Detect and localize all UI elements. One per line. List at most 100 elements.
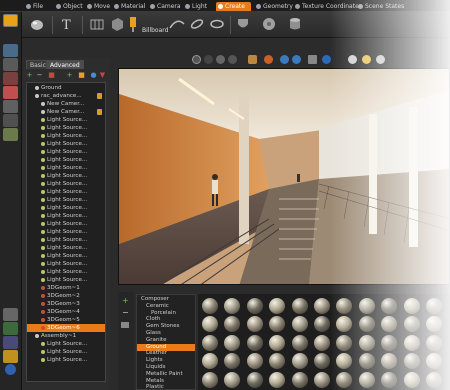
material-thumbnail[interactable]: [358, 371, 375, 388]
tools-icon[interactable]: [3, 350, 18, 363]
material-thumbnail[interactable]: [358, 353, 375, 370]
help-icon[interactable]: [5, 364, 16, 375]
ring-icon[interactable]: [208, 15, 226, 33]
material-thumbnail[interactable]: [381, 298, 398, 314]
lock-icon[interactable]: [97, 93, 102, 99]
material-thumbnail[interactable]: [291, 353, 308, 370]
tree-row[interactable]: 3DGeom~4: [27, 308, 105, 316]
material-thumbnail[interactable]: [336, 334, 353, 351]
tree-row[interactable]: Light Source...: [27, 156, 105, 164]
tree-row[interactable]: New Camer...: [27, 100, 105, 108]
material-thumbnail[interactable]: [224, 316, 241, 333]
menu-tab-geometry[interactable]: Geometry: [254, 2, 293, 11]
tree-row[interactable]: Light Source...: [27, 236, 105, 244]
material-thumbnail[interactable]: [381, 334, 398, 351]
material-thumbnail[interactable]: [426, 316, 442, 333]
tree-row[interactable]: 3DGeom~6: [27, 324, 105, 332]
material-thumbnail[interactable]: [358, 298, 375, 314]
tree-row[interactable]: rac_advance...: [27, 92, 105, 100]
menu-tab-texture-coordinates[interactable]: Texture Coordinates: [293, 2, 362, 11]
tree-row[interactable]: 3DGeom~3: [27, 300, 105, 308]
tree-row[interactable]: Light Source...: [27, 220, 105, 228]
material-thumbnail[interactable]: [202, 334, 218, 351]
material-thumbnail[interactable]: [202, 353, 218, 370]
material-thumbnail[interactable]: [202, 298, 218, 314]
tree-row[interactable]: Light Source...: [27, 260, 105, 268]
tree-row[interactable]: 3DGeom~1: [27, 284, 105, 292]
clip-plane-icon[interactable]: [3, 114, 18, 127]
camera-icon[interactable]: [248, 55, 257, 64]
tree-row[interactable]: Light Source...: [27, 356, 105, 364]
duplicate-icon[interactable]: +: [66, 72, 73, 79]
filter-icon[interactable]: ▼: [99, 72, 106, 79]
tree-row[interactable]: Light Source...: [27, 124, 105, 132]
tree-row[interactable]: Ground: [27, 84, 105, 92]
tree-row[interactable]: 3DGeom~2: [27, 292, 105, 300]
material-thumbnail[interactable]: [314, 316, 330, 333]
tree-row[interactable]: Light Source...: [27, 228, 105, 236]
render-preview-icon[interactable]: [376, 55, 385, 64]
scene-tree[interactable]: Ground rac_advance... New Camer... New Came…: [26, 82, 106, 382]
material-thumbnail[interactable]: [314, 334, 330, 351]
tree-row[interactable]: Light Source...: [27, 148, 105, 156]
tree-row[interactable]: Light Source...: [27, 164, 105, 172]
billboard-icon[interactable]: [124, 15, 142, 33]
remove-material-icon[interactable]: −: [122, 308, 129, 317]
material-thumbnail[interactable]: [269, 298, 286, 314]
sphere-create-icon[interactable]: [28, 15, 46, 33]
tree-row[interactable]: Light Source...: [27, 180, 105, 188]
material-thumbnail[interactable]: [314, 353, 330, 370]
cylinder-icon[interactable]: [286, 15, 304, 33]
material-thumbnail[interactable]: [381, 316, 398, 333]
material-thumbnail[interactable]: [336, 353, 353, 370]
material-thumbnail[interactable]: [269, 353, 286, 370]
tree-row[interactable]: Light Source...: [27, 188, 105, 196]
visibility-icon[interactable]: ●: [90, 72, 97, 79]
tree-row[interactable]: Assembly~1: [27, 332, 105, 340]
material-thumbnail[interactable]: [269, 371, 286, 388]
image-icon[interactable]: [3, 336, 18, 349]
material-thumbnail[interactable]: [358, 316, 375, 333]
tree-row[interactable]: 3DGeom~5: [27, 316, 105, 324]
material-thumbnail[interactable]: [426, 353, 442, 370]
tree-row[interactable]: Light Source...: [27, 132, 105, 140]
material-thumbnail[interactable]: [314, 371, 330, 388]
settings-icon[interactable]: [3, 308, 18, 321]
material-thumbnail[interactable]: [336, 371, 353, 388]
camera-view-icon[interactable]: [3, 58, 18, 71]
loop-icon[interactable]: [188, 15, 206, 33]
lock-icon[interactable]: [97, 109, 102, 115]
tree-row[interactable]: Light Source...: [27, 212, 105, 220]
material-thumbnail[interactable]: [269, 334, 286, 351]
view-mode-icon[interactable]: [121, 322, 129, 328]
disc-icon[interactable]: [260, 15, 278, 33]
zoom-icon[interactable]: [216, 55, 225, 64]
material-thumbnail[interactable]: [426, 298, 442, 314]
fit-view-icon[interactable]: [322, 55, 331, 64]
spline-icon[interactable]: [168, 15, 186, 33]
material-thumbnail[interactable]: [403, 371, 420, 388]
render-viewport[interactable]: [118, 68, 450, 285]
tree-row[interactable]: Light Source...: [27, 172, 105, 180]
material-thumbnail[interactable]: [403, 298, 420, 314]
shield-shape-icon[interactable]: [234, 15, 252, 33]
menu-tab-file[interactable]: File: [24, 2, 43, 11]
tree-row[interactable]: Light Source...: [27, 140, 105, 148]
material-thumbnail[interactable]: [224, 334, 241, 351]
material-thumbnail[interactable]: [314, 298, 330, 314]
material-thumbnail[interactable]: [381, 371, 398, 388]
light-icon[interactable]: [3, 86, 18, 99]
material-thumbnail[interactable]: [403, 334, 420, 351]
sun-icon[interactable]: [362, 55, 371, 64]
material-thumbnail[interactable]: [224, 353, 241, 370]
scene-icon[interactable]: [3, 44, 18, 57]
grid-create-icon[interactable]: [88, 15, 106, 33]
material-thumbnail[interactable]: [269, 316, 286, 333]
material-thumbnail[interactable]: [224, 371, 241, 388]
environment-sphere-icon[interactable]: [348, 55, 357, 64]
tree-row[interactable]: Light Source...: [27, 348, 105, 356]
material-thumbnail[interactable]: [246, 316, 263, 333]
menu-tab-material[interactable]: Material: [112, 2, 145, 11]
material-thumbnail[interactable]: [246, 334, 263, 351]
material-thumbnail[interactable]: [291, 298, 308, 314]
